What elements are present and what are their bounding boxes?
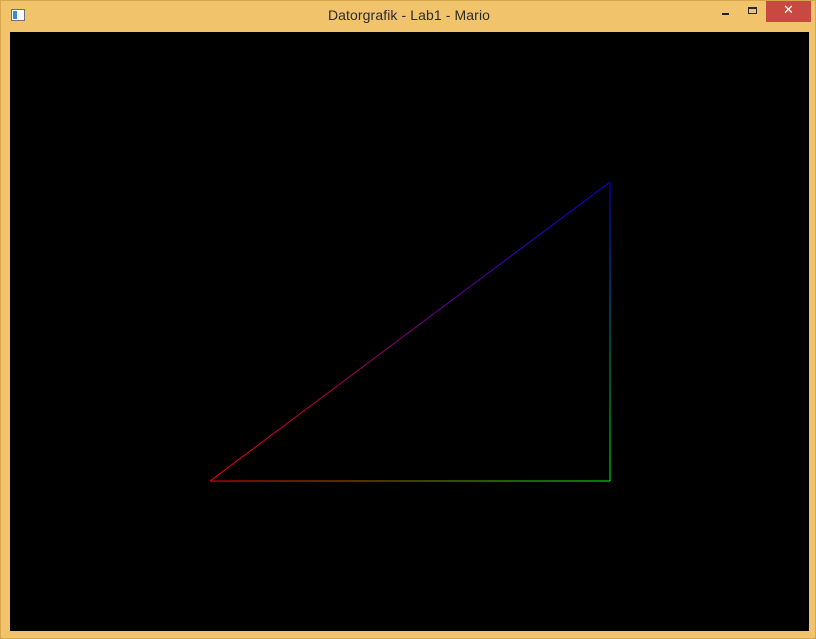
triangle-drawing [209, 181, 611, 482]
window-title: Datorgrafik - Lab1 - Mario [327, 7, 491, 23]
minimize-button[interactable] [712, 1, 739, 22]
render-canvas[interactable] [10, 32, 809, 631]
close-button[interactable]: ✕ [766, 1, 811, 22]
minimize-icon [722, 13, 729, 15]
app-window: Datorgrafik - Lab1 - Mario ✕ [0, 0, 816, 639]
maximize-icon [748, 7, 757, 14]
close-icon: ✕ [783, 3, 794, 18]
title-bar[interactable]: Datorgrafik - Lab1 - Mario ✕ [1, 1, 815, 31]
triangle-edge-hypotenuse [209, 181, 611, 482]
maximize-button[interactable] [739, 1, 766, 22]
